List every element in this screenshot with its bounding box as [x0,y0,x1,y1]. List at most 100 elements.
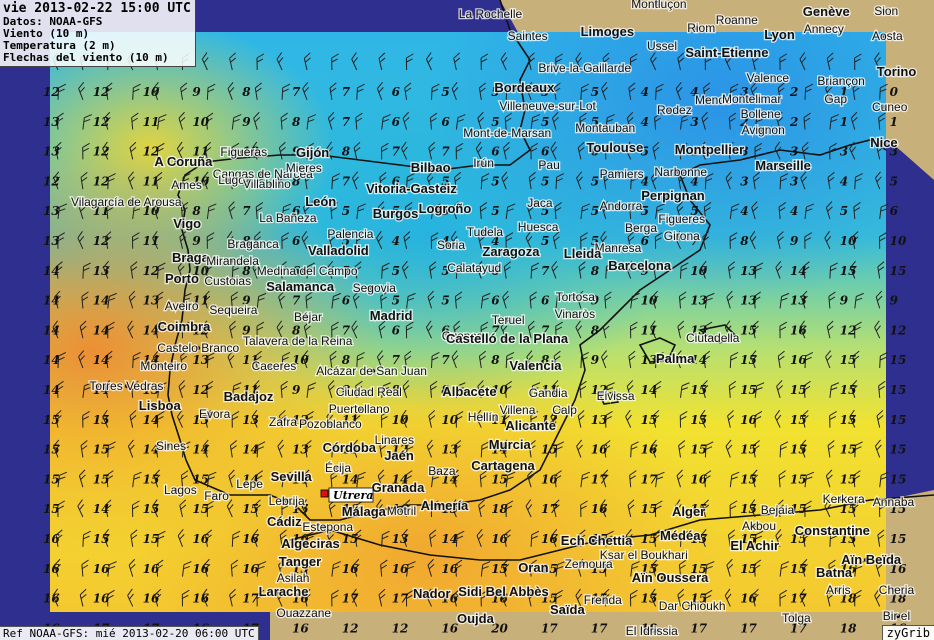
city-label: Talavera de la Reina [243,334,353,348]
city-label: Toulouse [586,140,643,155]
temperature-value: 13 [143,294,160,308]
city-label: Vilagarcía de Arousa [71,195,182,209]
temperature-value: 15 [890,264,907,278]
temperature-value: 5 [591,204,599,218]
temperature-value: 13 [441,443,458,457]
city-label: Cheria [879,583,915,597]
city-label: Zaragoza [482,244,540,259]
temperature-value: 15 [641,413,658,427]
city-label: Castelló de la Plana [446,331,569,346]
temperature-value: 15 [93,413,110,427]
city-label: Sequeira [209,303,257,317]
temperature-value: 6 [641,234,650,248]
city-label: Castelo Branco [157,341,239,355]
temperature-value: 9 [840,294,849,308]
temperature-value: 15 [740,472,757,486]
temperature-value: 15 [790,472,807,486]
city-label: Calatayud [447,261,501,275]
city-label: Córdoba [323,440,377,455]
temperature-value: 6 [491,294,500,308]
temperature-value: 11 [143,174,160,188]
temperature-value: 13 [43,234,60,248]
temperature-value: 15 [840,443,857,457]
city-label: Burgos [373,206,419,221]
city-label: Girona [664,229,700,243]
temperature-value: 14 [641,383,658,397]
city-label: Ciudad Real [336,385,402,399]
temperature-value: 15 [342,532,359,546]
city-label: Akbou [742,519,776,533]
temperature-value: 6 [392,85,401,99]
info-panel: vie 2013-02-22 15:00 UTC Datos: NOAA-GFS… [0,0,196,67]
temperature-value: 9 [242,115,251,129]
temperature-value: 12 [93,174,110,188]
marker-dot[interactable] [320,489,329,498]
city-label: Caceres [252,359,297,373]
city-label: Oran [518,560,548,575]
temperature-value: 16 [392,562,409,576]
city-label: Riom [687,21,715,35]
city-label: Ussel [647,39,677,53]
temperature-value: 9 [890,294,899,308]
temperature-value: 15 [93,472,110,486]
temperature-value: 17 [591,472,608,486]
city-label: Tolga [782,611,811,625]
temperature-value: 15 [890,383,907,397]
temperature-value: 16 [790,353,807,367]
temperature-value: 17 [790,592,807,606]
city-label: La Bañeza [259,211,317,225]
temperature-value: 15 [641,502,658,516]
city-label: Murcia [489,437,532,452]
temperature-value: 9 [192,85,201,99]
temperature-value: 9 [790,234,799,248]
city-label: Sines [156,439,186,453]
city-label: Mont-de-Marsan [463,126,551,140]
city-label: Briançon [817,74,864,88]
temperature-value: 5 [541,234,549,248]
city-label: Berga [625,221,657,235]
temperature-value: 16 [43,592,60,606]
temperature-value: 12 [392,621,409,635]
temperature-value: 16 [342,562,359,576]
temperature-value: 12 [840,323,857,337]
city-label: Dar Chioukh [659,599,726,613]
temperature-value: 15 [541,443,558,457]
temperature-value: 11 [641,323,658,337]
temperature-value: 15 [790,443,807,457]
location-marker[interactable]: Utrera [320,487,374,503]
temperature-value: 4 [840,174,848,188]
temperature-value: 4 [740,204,748,218]
temperature-value: 14 [242,443,259,457]
city-label: Perpignan [641,188,705,203]
city-label: Bollene [741,107,781,121]
temperature-value: 15 [790,383,807,397]
city-label: Marseille [755,158,811,173]
city-label: Valencia [509,358,562,373]
city-label: Lleida [564,246,602,261]
city-label: Oujda [457,611,495,626]
temperature-value: 6 [541,145,550,159]
temperature-value: 16 [491,532,508,546]
temperature-value: 12 [93,85,110,99]
city-label: Motril [387,504,416,518]
temperature-value: 15 [840,383,857,397]
temperature-value: 15 [43,413,60,427]
temperature-value: 14 [790,264,807,278]
city-label: Ciutadella [686,331,740,345]
map-viewport[interactable]: 121210987765555443210-1-1-1-2-1-11312111… [0,0,934,640]
temperature-value: 5 [491,174,499,188]
temperature-value: 15 [143,472,160,486]
weather-map[interactable]: 121210987765555443210-1-1-1-2-1-11312111… [0,0,934,640]
temperature-value: 7 [342,85,351,99]
city-label: Roanne [716,13,758,27]
city-label: Villena [500,403,536,417]
temperature-value: 8 [740,234,749,248]
temperature-value: 15 [43,472,60,486]
city-label: Pamiers [600,167,644,181]
temperature-value: 16 [591,502,608,516]
temperature-value: 14 [43,323,60,337]
temperature-value: 5 [541,174,549,188]
city-label: Annecy [804,22,844,36]
temperature-value: 13 [591,413,608,427]
temperature-value: 4 [641,85,649,99]
